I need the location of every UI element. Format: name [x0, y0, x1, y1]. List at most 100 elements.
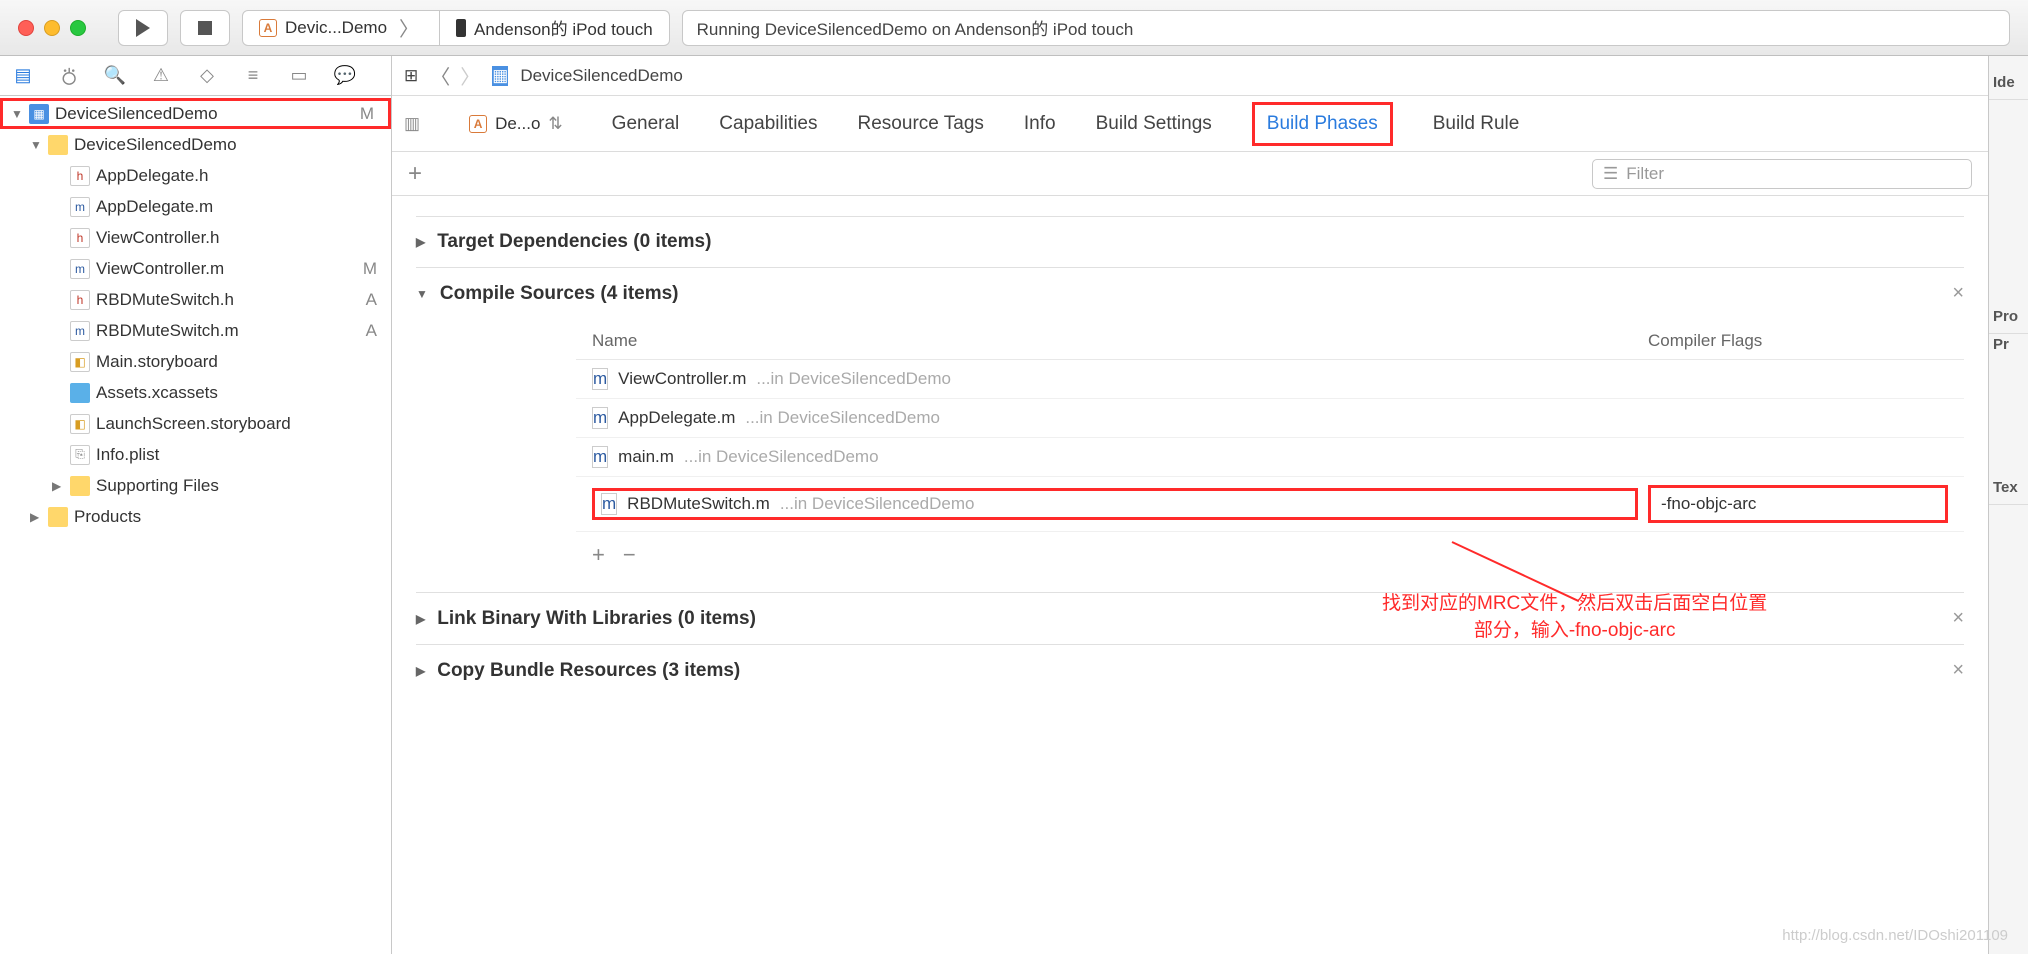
- device-icon: [456, 19, 466, 37]
- pr-section[interactable]: Pr: [1989, 334, 2028, 361]
- disclosure-triangle[interactable]: ▶: [52, 479, 64, 493]
- file-name: AppDelegate.m: [96, 197, 213, 217]
- breadcrumb-project[interactable]: DeviceSilencedDemo: [520, 66, 683, 86]
- file-name: RBDMuteSwitch.h: [96, 290, 234, 310]
- test-navigator-tab[interactable]: ◇: [194, 63, 220, 89]
- scm-status: A: [366, 290, 377, 310]
- phase-copy-bundle[interactable]: ▶ Copy Bundle Resources (3 items) ×: [416, 644, 1964, 696]
- disclosure-triangle[interactable]: ▶: [30, 510, 42, 524]
- debug-navigator-tab[interactable]: ≡: [240, 63, 266, 89]
- h-icon: h: [70, 166, 90, 186]
- tree-row[interactable]: ◧ Main.storyboard: [0, 346, 391, 377]
- phase-header[interactable]: ▼ Compile Sources (4 items) ×: [416, 282, 1964, 305]
- compile-source-row[interactable]: mViewController.m ...in DeviceSilencedDe…: [576, 360, 1964, 399]
- project-navigator-tab[interactable]: ▤: [10, 63, 36, 89]
- tree-row[interactable]: ◧LaunchScreen.storyboard: [0, 408, 391, 439]
- stop-button[interactable]: [180, 10, 230, 46]
- m-icon: m: [70, 259, 90, 279]
- disclosure-triangle[interactable]: ▼: [11, 107, 23, 121]
- minimize-window-button[interactable]: [44, 20, 60, 36]
- file-name: Main.storyboard: [96, 352, 218, 372]
- related-items-icon[interactable]: ⊞: [404, 66, 418, 86]
- filter-input[interactable]: ☰ Filter: [1592, 159, 1972, 189]
- m-icon: m: [70, 197, 90, 217]
- tab-general[interactable]: General: [612, 113, 680, 135]
- tab-capabilities[interactable]: Capabilities: [719, 113, 817, 135]
- report-navigator-tab[interactable]: 💬: [332, 63, 358, 89]
- column-header-flags[interactable]: Compiler Flags: [1648, 331, 1948, 351]
- app-icon: [469, 115, 487, 133]
- tree-row[interactable]: hRBDMuteSwitch.hA: [0, 284, 391, 315]
- add-phase-button[interactable]: +: [408, 160, 422, 188]
- tree-row[interactable]: mViewController.mM: [0, 253, 391, 284]
- remove-phase-button[interactable]: ×: [1952, 607, 1964, 630]
- close-window-button[interactable]: [18, 20, 34, 36]
- tab-build-phases[interactable]: Build Phases: [1252, 102, 1393, 146]
- scheme-selector[interactable]: Devic...Demo 〉 Andenson的 iPod touch: [242, 10, 670, 46]
- phase-title: Target Dependencies (0 items): [437, 231, 711, 253]
- tree-row[interactable]: ▼ DeviceSilencedDemo: [0, 129, 391, 160]
- remove-phase-button[interactable]: ×: [1952, 659, 1964, 682]
- outline-toggle[interactable]: ▥: [404, 114, 420, 134]
- folder-icon: [70, 476, 90, 496]
- sb-icon: ◧: [70, 352, 90, 372]
- source-file-path: ...in DeviceSilencedDemo: [780, 494, 975, 514]
- tab-build-settings[interactable]: Build Settings: [1096, 113, 1212, 135]
- disclosure-triangle[interactable]: ▶: [416, 612, 425, 626]
- tab-build-rules[interactable]: Build Rule: [1433, 113, 1520, 135]
- phase-title: Copy Bundle Resources (3 items): [437, 660, 740, 682]
- assets-icon: [70, 383, 90, 403]
- project-root-row[interactable]: ▼ ▦ DeviceSilencedDemo M: [0, 98, 391, 129]
- tree-row[interactable]: hViewController.h: [0, 222, 391, 253]
- toolbar: Devic...Demo 〉 Andenson的 iPod touch Runn…: [0, 0, 2028, 56]
- file-name: Products: [74, 507, 141, 527]
- tree-row[interactable]: Assets.xcassets: [0, 377, 391, 408]
- project-icon: ▦: [29, 104, 49, 124]
- forward-button[interactable]: 〉: [460, 61, 480, 90]
- filter-icon: ☰: [1603, 164, 1618, 184]
- compile-source-row[interactable]: mAppDelegate.m ...in DeviceSilencedDemo: [576, 399, 1964, 438]
- compile-source-row[interactable]: mRBDMuteSwitch.m ...in DeviceSilencedDem…: [576, 477, 1964, 532]
- tree-row[interactable]: ▶Supporting Files: [0, 470, 391, 501]
- remove-phase-button[interactable]: ×: [1952, 282, 1964, 305]
- source-control-navigator-tab[interactable]: ⛣: [56, 63, 82, 89]
- tab-resource-tags[interactable]: Resource Tags: [858, 113, 984, 135]
- app-icon: [259, 19, 277, 37]
- compile-source-row[interactable]: mmain.m ...in DeviceSilencedDemo: [576, 438, 1964, 477]
- search-navigator-tab[interactable]: 🔍: [102, 63, 128, 89]
- window-controls: [18, 20, 86, 36]
- identity-section[interactable]: Ide: [1989, 66, 2028, 100]
- text-settings-section[interactable]: Tex: [1989, 471, 2028, 505]
- file-name: DeviceSilencedDemo: [74, 135, 237, 155]
- target-selector[interactable]: De...o ⇅: [460, 109, 572, 139]
- tree-row[interactable]: hAppDelegate.h: [0, 160, 391, 191]
- breakpoint-navigator-tab[interactable]: ▭: [286, 63, 312, 89]
- tree-row[interactable]: mRBDMuteSwitch.mA: [0, 315, 391, 346]
- tree-row[interactable]: ▶ Products: [0, 501, 391, 532]
- tree-row[interactable]: m AppDelegate.m: [0, 191, 391, 222]
- column-header-name[interactable]: Name: [592, 331, 1648, 351]
- editor-area: ⊞ 〈 〉 ▦ DeviceSilencedDemo ▥ De...o ⇅ Ge…: [392, 56, 1988, 954]
- jump-bar[interactable]: ⊞ 〈 〉 ▦ DeviceSilencedDemo: [392, 56, 1988, 96]
- tab-info[interactable]: Info: [1024, 113, 1056, 135]
- remove-source-button[interactable]: −: [623, 542, 636, 568]
- project-doc-section[interactable]: Pro: [1989, 300, 2028, 334]
- disclosure-triangle[interactable]: ▼: [30, 138, 42, 152]
- compiler-flags-cell[interactable]: -fno-objc-arc: [1648, 485, 1948, 523]
- back-button[interactable]: 〈: [430, 61, 450, 90]
- phase-target-dependencies[interactable]: ▶ Target Dependencies (0 items): [416, 216, 1964, 267]
- scm-status: M: [363, 259, 377, 279]
- run-button[interactable]: [118, 10, 168, 46]
- add-source-button[interactable]: +: [592, 542, 605, 568]
- utilities-panel: Ide Pro Pr Tex: [1988, 56, 2028, 954]
- disclosure-triangle[interactable]: ▶: [416, 235, 425, 249]
- project-name: DeviceSilencedDemo: [55, 104, 218, 124]
- zoom-window-button[interactable]: [70, 20, 86, 36]
- disclosure-triangle[interactable]: ▶: [416, 664, 425, 678]
- disclosure-triangle[interactable]: ▼: [416, 287, 428, 301]
- scheme-device-label: Andenson的 iPod touch: [474, 15, 653, 40]
- folder-icon: [48, 135, 68, 155]
- phases-toolbar: + ☰ Filter: [392, 152, 1988, 196]
- tree-row[interactable]: ⎘Info.plist: [0, 439, 391, 470]
- issue-navigator-tab[interactable]: ⚠: [148, 63, 174, 89]
